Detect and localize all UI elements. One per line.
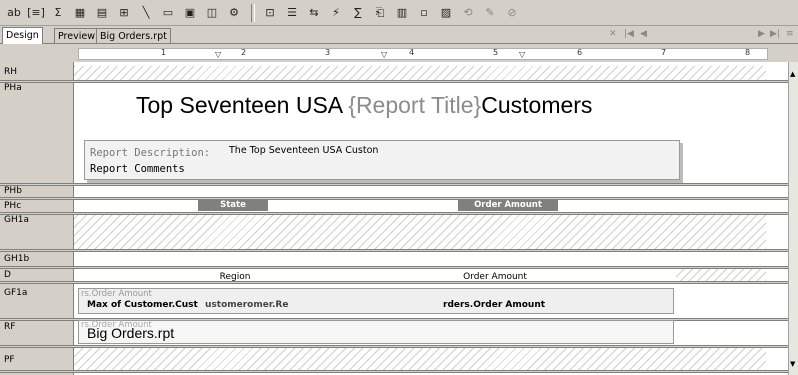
first-page-icon[interactable]: |◀ (624, 29, 634, 39)
tab-preview[interactable]: Preview (54, 28, 99, 43)
close-tab-icon[interactable]: ✕ (609, 29, 617, 39)
box-button[interactable]: ▭ (158, 3, 178, 23)
sort-button[interactable]: ⇆ (304, 3, 324, 23)
section-label-pha[interactable]: PHa (0, 83, 60, 93)
tab-design[interactable]: Design (2, 27, 43, 44)
scroll-up-icon[interactable]: ▲ (790, 70, 795, 78)
section-d-hatch (676, 269, 766, 281)
repository-button[interactable]: ▨ (436, 3, 456, 23)
report-description-label[interactable]: Report Description: (90, 147, 210, 159)
toolbar: ab [≡] Σ ▦ ▤ ⊞ ╲ ▭ ▣ ◫ ⚙ ⊡ ☰ ⇆ ⚡ ∑ ⎗ ▥ ▫… (0, 0, 798, 26)
report-comments-field[interactable]: Report Comments (90, 163, 185, 175)
field-explorer-button[interactable]: ▥ (392, 3, 412, 23)
ruler-mark: 5 (493, 48, 499, 57)
section-label-gh1a[interactable]: GH1a (0, 215, 60, 225)
title-text-1: Top Seventeen USA (136, 92, 349, 118)
section-label-pf[interactable]: PF (0, 355, 60, 365)
gf-faint-label: rs.Order Amount (81, 289, 152, 299)
report-title-field[interactable]: {Report Title} (348, 92, 481, 118)
disabled-button[interactable]: ⊘ (502, 3, 522, 23)
ruler-guide-icon[interactable]: ▽ (381, 50, 387, 59)
section-label-gf1a[interactable]: GF1a (0, 288, 60, 298)
report-footer-box[interactable]: rs.Order Amount Big Orders.rpt (78, 320, 674, 344)
report-description-box[interactable]: Report Description: The Top Seventeen US… (84, 140, 680, 180)
customer-overlap-field[interactable]: ustomeromer.Re (205, 300, 288, 310)
detail-order-amount-field[interactable]: Order Amount (442, 271, 548, 283)
insert-group-button[interactable]: ⊡ (260, 3, 280, 23)
ruler-mark: 1 (161, 48, 167, 57)
picture-button[interactable]: ▣ (180, 3, 200, 23)
section-label-gh1b[interactable]: GH1b (0, 254, 60, 264)
column-header-order-amount[interactable]: Order Amount (458, 200, 558, 211)
section-label-phb[interactable]: PHb (0, 186, 60, 196)
field-object-button[interactable]: [≡] (26, 3, 46, 23)
report-description-field[interactable]: The Top Seventeen USA Custon (229, 145, 378, 156)
chart-button[interactable]: ◫ (202, 3, 222, 23)
formula-button[interactable]: ∑ (348, 3, 368, 23)
section-gutter (60, 62, 74, 375)
section-gh1a-area[interactable] (74, 215, 766, 249)
insert-section-button[interactable]: ☰ (282, 3, 302, 23)
toolbar-separator (251, 3, 255, 22)
max-customer-field[interactable]: Max of Customer.Cust (87, 300, 198, 310)
ruler-mark: 2 (241, 48, 247, 57)
ruler-mark: 6 (577, 48, 583, 57)
report-title[interactable]: Top Seventeen USA {Report Title}Customer… (136, 92, 592, 119)
summary-button[interactable]: Σ (48, 3, 68, 23)
ruler-mark: 3 (325, 48, 331, 57)
section-separator[interactable] (0, 370, 788, 373)
section-label-d[interactable]: D (0, 270, 60, 280)
ruler-guide-icon[interactable]: ▽ (215, 50, 221, 59)
section-phc-area[interactable] (74, 200, 766, 212)
edit-button[interactable]: ✎ (480, 3, 500, 23)
ruler-mark: 4 (409, 48, 415, 57)
highlight-button[interactable]: ⚡ (326, 3, 346, 23)
database-button[interactable]: ⎗ (370, 3, 390, 23)
line-button[interactable]: ╲ (136, 3, 156, 23)
scroll-down-icon[interactable]: ▼ (790, 360, 795, 368)
title-text-2: Customers (481, 92, 593, 118)
vertical-scrollbar[interactable]: ▲ ▼ (788, 62, 798, 375)
ruler-mark: 7 (661, 48, 667, 57)
tab-big-orders[interactable]: Big Orders.rpt (96, 28, 171, 43)
last-page-icon[interactable]: ▶| (770, 29, 780, 39)
section-gh1b-area[interactable] (74, 252, 766, 266)
section-label-rh[interactable]: RH (0, 67, 60, 77)
section-label-phc[interactable]: PHc (0, 201, 60, 211)
detail-region-field[interactable]: Region (164, 271, 306, 283)
report-explorer-button[interactable]: ▫ (414, 3, 434, 23)
horizontal-ruler[interactable]: 1 ▽ 2 3 ▽ 4 5 ▽ 6 7 8 (78, 48, 768, 60)
section-label-rf[interactable]: RF (0, 322, 60, 332)
section-pf-area[interactable] (74, 348, 766, 370)
next-page-icon[interactable]: ▶ (758, 29, 765, 39)
column-header-state[interactable]: State (198, 200, 268, 211)
previous-page-icon[interactable]: ◀ (640, 29, 647, 39)
subreport-button[interactable]: ▤ (92, 3, 112, 23)
order-amount-sum-field[interactable]: rders.Order Amount (443, 300, 545, 310)
section-rh-area[interactable] (74, 66, 766, 80)
cross-tab-button[interactable]: ▦ (70, 3, 90, 23)
tab-bar: Design Preview Big Orders.rpt ✕ |◀ ◀ ▶ ▶… (0, 26, 798, 44)
refresh-button[interactable]: ⟲ (458, 3, 478, 23)
olap-button[interactable]: ⚙ (224, 3, 244, 23)
map-button[interactable]: ⊞ (114, 3, 134, 23)
ruler-mark: 8 (745, 48, 751, 57)
report-file-name[interactable]: Big Orders.rpt (87, 325, 174, 341)
ruler-guide-icon[interactable]: ▽ (519, 50, 525, 59)
menu-icon[interactable]: ≡ (786, 29, 794, 39)
group-footer-box[interactable]: rs.Order Amount Max of Customer.Cust ust… (78, 288, 674, 314)
section-phb-area[interactable] (74, 186, 766, 197)
text-object-button[interactable]: ab (4, 3, 24, 23)
